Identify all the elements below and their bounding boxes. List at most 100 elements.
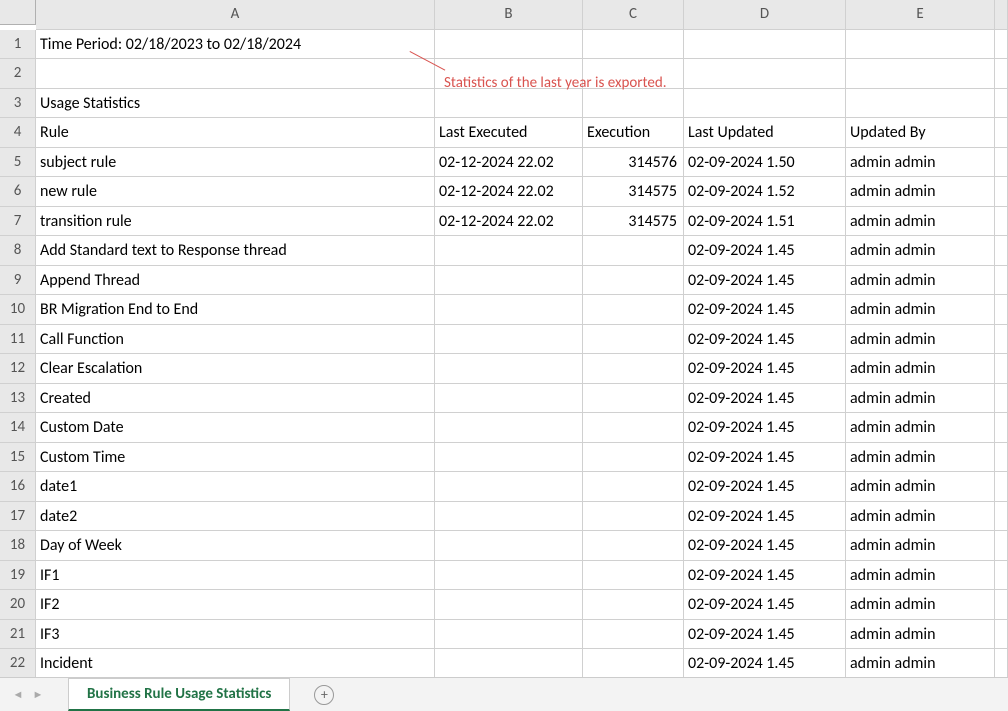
cell-last-updated[interactable]: 02-09-2024 1.45 — [684, 502, 846, 532]
cell-last-executed[interactable]: 02-12-2024 22.02 — [435, 148, 583, 178]
cell-execution[interactable]: 314576 — [583, 148, 684, 178]
cell-last-updated[interactable]: 02-09-2024 1.45 — [684, 472, 846, 502]
cell-execution[interactable] — [583, 325, 684, 355]
col-header-extra[interactable] — [995, 0, 1008, 30]
cell-rule[interactable]: date1 — [36, 472, 435, 502]
cell-extra[interactable] — [995, 649, 1008, 679]
cell-execution[interactable]: 314575 — [583, 207, 684, 237]
cell-execution[interactable] — [583, 295, 684, 325]
cell-execution[interactable] — [583, 384, 684, 414]
cell-C1[interactable] — [583, 30, 684, 60]
cell-updated-by[interactable]: admin admin — [846, 207, 995, 237]
cell-last-updated[interactable]: 02-09-2024 1.45 — [684, 236, 846, 266]
cell-last-executed[interactable] — [435, 266, 583, 296]
cell-extra[interactable] — [995, 590, 1008, 620]
row-header[interactable]: 20 — [0, 590, 36, 620]
cell-extra[interactable] — [995, 236, 1008, 266]
cell-rule[interactable]: Append Thread — [36, 266, 435, 296]
cell-last-executed[interactable] — [435, 295, 583, 325]
tab-nav-next-icon[interactable]: ► — [28, 688, 48, 701]
row-header[interactable]: 3 — [0, 89, 36, 119]
row-header[interactable]: 15 — [0, 443, 36, 473]
cell-updated-by[interactable]: admin admin — [846, 649, 995, 679]
cell-D2[interactable] — [684, 59, 846, 89]
cell-extra[interactable] — [995, 89, 1008, 119]
cell-updated-by[interactable]: admin admin — [846, 443, 995, 473]
cell-B1[interactable] — [435, 30, 583, 60]
cell-E3[interactable] — [846, 89, 995, 119]
cell-updated-by[interactable]: admin admin — [846, 531, 995, 561]
cell-rule[interactable]: Add Standard text to Response thread — [36, 236, 435, 266]
cell-extra[interactable] — [995, 384, 1008, 414]
cell-B2[interactable] — [435, 59, 583, 89]
col-header-B[interactable]: B — [435, 0, 583, 30]
cell-A2[interactable] — [36, 59, 435, 89]
cell-last-executed[interactable] — [435, 384, 583, 414]
cell-last-updated[interactable]: 02-09-2024 1.45 — [684, 443, 846, 473]
cell-execution[interactable] — [583, 649, 684, 679]
row-header[interactable]: 19 — [0, 561, 36, 591]
cell-extra[interactable] — [995, 59, 1008, 89]
cell-A3[interactable]: Usage Statistics — [36, 89, 435, 119]
tab-nav-prev-icon[interactable]: ◄ — [8, 688, 28, 701]
cell-rule[interactable]: IF1 — [36, 561, 435, 591]
row-header[interactable]: 9 — [0, 266, 36, 296]
col-header-D[interactable]: D — [684, 0, 846, 30]
cell-updated-by[interactable]: admin admin — [846, 354, 995, 384]
cell-execution[interactable]: 314575 — [583, 177, 684, 207]
cell-E4[interactable]: Updated By — [846, 118, 995, 148]
cell-last-updated[interactable]: 02-09-2024 1.45 — [684, 620, 846, 650]
cell-rule[interactable]: IF2 — [36, 590, 435, 620]
cell-updated-by[interactable]: admin admin — [846, 266, 995, 296]
cell-last-updated[interactable]: 02-09-2024 1.50 — [684, 148, 846, 178]
cell-extra[interactable] — [995, 118, 1008, 148]
row-header[interactable]: 14 — [0, 413, 36, 443]
cell-rule[interactable]: Custom Time — [36, 443, 435, 473]
cell-last-updated[interactable]: 02-09-2024 1.45 — [684, 295, 846, 325]
cell-last-executed[interactable]: 02-12-2024 22.02 — [435, 177, 583, 207]
row-header[interactable]: 21 — [0, 620, 36, 650]
cell-extra[interactable] — [995, 177, 1008, 207]
row-header[interactable]: 11 — [0, 325, 36, 355]
cell-last-executed[interactable] — [435, 325, 583, 355]
cell-rule[interactable]: date2 — [36, 502, 435, 532]
row-header[interactable]: 7 — [0, 207, 36, 237]
cell-last-executed[interactable] — [435, 443, 583, 473]
add-sheet-button[interactable]: + — [314, 685, 334, 705]
cell-updated-by[interactable]: admin admin — [846, 148, 995, 178]
cell-B3[interactable] — [435, 89, 583, 119]
cell-extra[interactable] — [995, 325, 1008, 355]
cell-extra[interactable] — [995, 620, 1008, 650]
cell-A1[interactable]: Time Period: 02/18/2023 to 02/18/2024 — [36, 30, 435, 60]
cell-rule[interactable]: subject rule — [36, 148, 435, 178]
cell-extra[interactable] — [995, 531, 1008, 561]
cell-last-executed[interactable] — [435, 620, 583, 650]
cell-extra[interactable] — [995, 295, 1008, 325]
cell-extra[interactable] — [995, 354, 1008, 384]
cell-D3[interactable] — [684, 89, 846, 119]
cell-C4[interactable]: Execution — [583, 118, 684, 148]
cell-rule[interactable]: Clear Escalation — [36, 354, 435, 384]
cell-updated-by[interactable]: admin admin — [846, 384, 995, 414]
cell-extra[interactable] — [995, 561, 1008, 591]
row-header[interactable]: 12 — [0, 354, 36, 384]
cell-last-updated[interactable]: 02-09-2024 1.45 — [684, 531, 846, 561]
cell-E1[interactable] — [846, 30, 995, 60]
cell-B4[interactable]: Last Executed — [435, 118, 583, 148]
sheet-tab-active[interactable]: Business Rule Usage Statistics — [68, 678, 290, 711]
select-all-corner[interactable] — [0, 0, 36, 25]
cell-rule[interactable]: new rule — [36, 177, 435, 207]
cell-execution[interactable] — [583, 502, 684, 532]
row-header[interactable]: 22 — [0, 649, 36, 679]
cell-execution[interactable] — [583, 561, 684, 591]
cell-last-executed[interactable] — [435, 561, 583, 591]
cell-D1[interactable] — [684, 30, 846, 60]
cell-last-executed[interactable] — [435, 649, 583, 679]
cell-updated-by[interactable]: admin admin — [846, 413, 995, 443]
cell-updated-by[interactable]: admin admin — [846, 472, 995, 502]
col-header-C[interactable]: C — [583, 0, 684, 30]
cell-extra[interactable] — [995, 30, 1008, 60]
cell-execution[interactable] — [583, 443, 684, 473]
cell-last-updated[interactable]: 02-09-2024 1.45 — [684, 413, 846, 443]
cell-execution[interactable] — [583, 531, 684, 561]
